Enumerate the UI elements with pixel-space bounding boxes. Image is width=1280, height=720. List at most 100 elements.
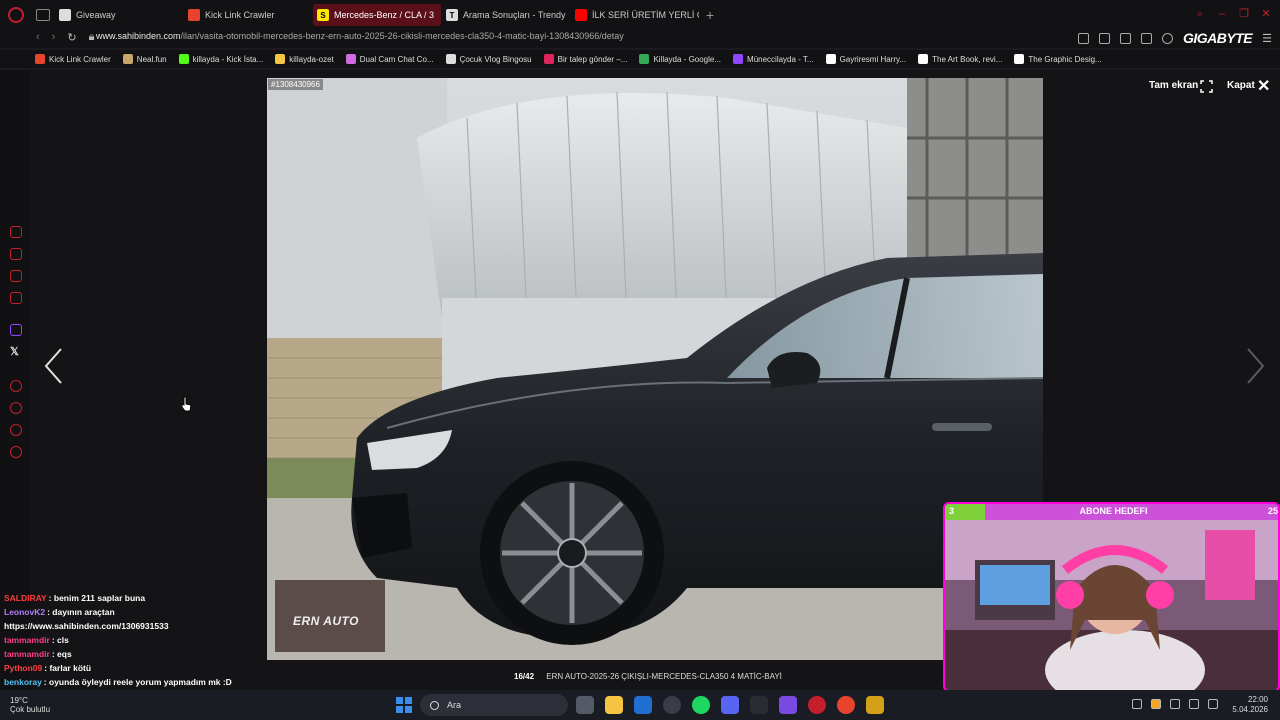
url-host: www.sahibinden.com — [96, 31, 181, 41]
opera-gx-icon[interactable] — [808, 696, 826, 714]
chat-username[interactable]: tammamdir — [4, 649, 50, 659]
chat-username[interactable]: benkoray — [4, 677, 42, 687]
bookmark-item[interactable]: The Art Book, revi... — [918, 54, 1002, 64]
bookmarks-bar: Kick Link Crawler Neal.fun killayda - Kick… — [0, 50, 1280, 68]
tray-app-icon[interactable] — [1151, 699, 1161, 709]
chat-text: cls — [57, 635, 69, 645]
obs-icon[interactable] — [663, 696, 681, 714]
menu-icon[interactable]: ☰ — [1262, 32, 1272, 45]
snapshot-icon[interactable] — [1099, 32, 1110, 44]
sidebar-history-icon[interactable] — [10, 226, 22, 238]
previous-photo-arrow-icon[interactable] — [42, 346, 64, 386]
chat-text: https://www.sahibinden.com/1306931533 — [4, 621, 169, 631]
reload-icon[interactable]: ↻ — [67, 31, 76, 44]
new-tab-button[interactable]: + — [700, 4, 720, 26]
lock-icon[interactable]: 🔒︎ — [89, 31, 95, 44]
next-photo-arrow-icon[interactable] — [1245, 346, 1267, 386]
tab-2[interactable]: S Mercedes-Benz / CLA / 3 — [313, 4, 441, 26]
weather-temp: 19°C — [10, 696, 28, 705]
back-icon[interactable]: ‹ — [36, 31, 40, 44]
system-clock[interactable]: 22:00 5.04.2026 — [1232, 695, 1268, 715]
chat-username[interactable]: tammamdir — [4, 635, 50, 645]
close-button[interactable]: Kapat — [1227, 80, 1255, 91]
sidebar-settings-icon[interactable] — [10, 446, 22, 458]
bookmark-label: Gayriresmi Harry... — [839, 54, 907, 64]
bookmark-label: Çocuk Vlog Bingosu — [459, 54, 532, 64]
tab-1[interactable]: Kick Link Crawler — [184, 4, 312, 26]
sidebar-x-icon[interactable]: 𝕏 — [10, 345, 19, 358]
taskbar-search[interactable]: Ara — [420, 694, 568, 716]
bookmark-favicon-icon — [918, 54, 929, 64]
pin-icon[interactable] — [1078, 32, 1089, 44]
bookmark-item[interactable]: Dual Cam Chat Co... — [345, 54, 434, 64]
chat-text: farlar kötü — [49, 663, 92, 673]
bookmark-label: Kick Link Crawler — [49, 54, 111, 64]
gx-icon[interactable] — [750, 696, 768, 714]
shield-icon[interactable] — [1120, 32, 1131, 44]
bookmark-item[interactable]: Neal.fun — [122, 54, 167, 64]
system-tray — [1132, 699, 1218, 709]
microphone-icon[interactable] — [1170, 699, 1180, 709]
chat-username[interactable]: SALDIRAY — [4, 593, 47, 603]
spotify-icon[interactable] — [692, 696, 710, 714]
bookmark-item[interactable]: Bir talep gönder –... — [543, 54, 627, 64]
url-field[interactable]: www.sahibinden.com/ilan/vasita-otomobil-… — [96, 31, 624, 41]
chat-text: eqs — [57, 649, 72, 659]
bookmark-item[interactable]: Müneccilayda - T... — [733, 54, 814, 64]
send-icon[interactable] — [1141, 32, 1152, 44]
bookmark-item[interactable]: killayda - Kick İsta... — [178, 54, 264, 64]
address-bar: ‹ › ↻ 🔒︎ www.sahibinden.com/ilan/vasita-… — [0, 28, 1280, 48]
chat-username[interactable]: LeonovK2 — [4, 607, 45, 617]
heart-icon[interactable] — [1162, 32, 1173, 44]
windows-start-icon[interactable] — [396, 697, 412, 713]
url-path: /ilan/vasita-otomobil-mercedes-benz-ern-… — [180, 31, 624, 41]
tab-label: İLK SERİ ÜRETİM YERLİ O — [592, 10, 699, 20]
gigabyte-logo: GIGABYTE — [1183, 30, 1253, 46]
bookmark-item[interactable]: The Graphic Desig... — [1014, 54, 1102, 64]
sidebar-player-icon[interactable] — [10, 380, 22, 392]
discord-icon[interactable] — [721, 696, 739, 714]
sidebar-pinboard-icon[interactable] — [10, 424, 22, 436]
bookmark-label: killayda - Kick İsta... — [192, 54, 264, 64]
search-icon — [430, 700, 439, 710]
bookmark-item[interactable]: Çocuk Vlog Bingosu — [445, 54, 532, 64]
volume-icon[interactable] — [1208, 699, 1218, 709]
task-view-icon[interactable] — [576, 696, 594, 714]
minimize-icon[interactable]: – — [1216, 8, 1228, 20]
network-icon[interactable] — [1189, 699, 1199, 709]
outlook-icon[interactable] — [634, 696, 652, 714]
file-explorer-icon[interactable] — [605, 696, 623, 714]
chat-text: oyunda öyleydi reele yorum yapmadım mk :… — [49, 677, 232, 687]
search-tabs-icon[interactable]: ⌕ — [1194, 8, 1206, 20]
workspaces-icon[interactable] — [36, 9, 50, 21]
chrome-icon[interactable] — [837, 696, 855, 714]
tab-3[interactable]: T Arama Sonuçları - Trendy — [442, 4, 570, 26]
tray-chevron-icon[interactable] — [1132, 699, 1142, 709]
apps-grid-icon[interactable] — [779, 696, 797, 714]
bookmark-item[interactable]: killayda-ozet — [275, 54, 334, 64]
sidebar-bag-icon[interactable] — [10, 248, 22, 260]
chat-username[interactable]: Python09 — [4, 663, 42, 673]
gallery-photo[interactable] — [267, 78, 1043, 660]
tab-4[interactable]: İLK SERİ ÜRETİM YERLİ O — [571, 4, 699, 26]
goal-label: ABONE HEDEFI — [1079, 506, 1148, 516]
maximize-icon[interactable]: ❐ — [1238, 8, 1250, 20]
fullscreen-icon[interactable] — [1200, 80, 1213, 93]
sidebar-twitch-icon[interactable] — [10, 324, 22, 336]
tab-0[interactable]: Giveaway — [55, 4, 183, 26]
bookmark-item[interactable]: Gayriresmi Harry... — [825, 54, 907, 64]
sidebar-instagram-icon[interactable] — [10, 270, 22, 282]
weather-widget[interactable]: 19°C Çok bulutlu — [10, 696, 50, 714]
close-window-icon[interactable]: ✕ — [1260, 8, 1272, 20]
hand-cursor-icon — [181, 396, 192, 412]
bookmark-item[interactable]: Killayda - Google... — [639, 54, 721, 64]
forward-icon[interactable]: › — [52, 31, 56, 44]
photo-counter: 16/42 — [514, 672, 535, 681]
fullscreen-button[interactable]: Tam ekran — [1149, 80, 1198, 91]
opera-logo-icon[interactable] — [8, 7, 24, 23]
sidebar-messenger-icon[interactable] — [10, 292, 22, 304]
sidebar-clock-icon[interactable] — [10, 402, 22, 414]
streamer-app-icon[interactable] — [866, 696, 884, 714]
bookmark-item[interactable]: Kick Link Crawler — [35, 54, 111, 64]
close-icon[interactable]: ✕ — [1257, 79, 1270, 95]
